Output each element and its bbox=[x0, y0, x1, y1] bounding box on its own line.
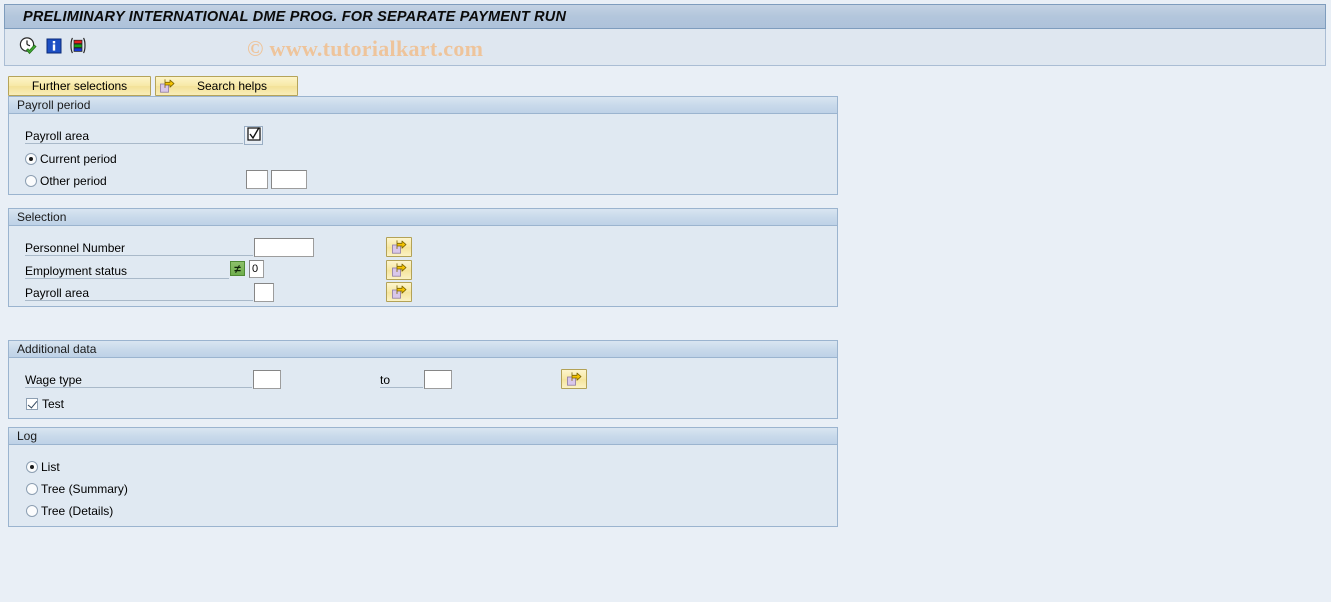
payroll-period-header: Payroll period bbox=[9, 97, 837, 114]
test-checkbox-mark bbox=[26, 398, 38, 410]
personnel-number-leader-line bbox=[25, 255, 253, 256]
employment-status-multiple-selection-button[interactable] bbox=[386, 260, 412, 280]
log-option-tree-details[interactable]: Tree (Details) bbox=[26, 504, 113, 518]
additional-data-header: Additional data bbox=[9, 341, 837, 358]
wage-type-leader-line bbox=[25, 387, 252, 388]
payroll-area-checkbox-button[interactable] bbox=[244, 126, 263, 145]
payroll-period-group: Payroll period Payroll area Current peri… bbox=[8, 96, 838, 195]
further-selections-label: Further selections bbox=[31, 79, 128, 93]
window-title-bar: PRELIMINARY INTERNATIONAL DME PROG. FOR … bbox=[4, 4, 1326, 29]
employment-status-input[interactable] bbox=[249, 260, 264, 278]
current-period-label: Current period bbox=[40, 152, 117, 166]
log-option-tree-summary[interactable]: Tree (Summary) bbox=[26, 482, 128, 496]
wage-type-label: Wage type bbox=[25, 373, 82, 387]
selection-payroll-area-multiple-selection-button[interactable] bbox=[386, 282, 412, 302]
search-helps-label: Search helps bbox=[196, 79, 268, 93]
checkbox-check-icon bbox=[246, 127, 261, 144]
log-tree-details-label: Tree (Details) bbox=[41, 504, 114, 518]
test-checkbox[interactable]: Test bbox=[26, 397, 64, 411]
execute-clock-icon[interactable] bbox=[15, 34, 41, 58]
selection-payroll-area-input[interactable] bbox=[254, 283, 274, 302]
wage-type-multiple-selection-button[interactable] bbox=[561, 369, 587, 389]
current-period-radio-mark bbox=[25, 153, 37, 165]
variants-icon[interactable] bbox=[65, 34, 91, 58]
test-checkbox-label: Test bbox=[42, 397, 65, 411]
search-helps-arrow-icon bbox=[159, 78, 175, 94]
information-icon[interactable] bbox=[41, 34, 67, 58]
multiple-selection-arrow-icon bbox=[392, 263, 407, 277]
radio-current-period[interactable]: Current period bbox=[25, 152, 117, 166]
radio-other-period[interactable]: Other period bbox=[25, 174, 107, 188]
other-period-input-2[interactable] bbox=[271, 170, 307, 189]
selection-header: Selection bbox=[9, 209, 837, 226]
log-tree-details-radio-mark bbox=[26, 505, 38, 517]
further-selections-button[interactable]: Further selections bbox=[8, 76, 151, 96]
log-list-label: List bbox=[41, 460, 60, 474]
wage-type-to-leader-line bbox=[380, 387, 423, 388]
employment-status-label: Employment status bbox=[25, 264, 128, 278]
selection-group: Selection Personnel Number Employment st… bbox=[8, 208, 838, 307]
other-period-label: Other period bbox=[40, 174, 107, 188]
multiple-selection-arrow-icon bbox=[392, 285, 407, 299]
other-period-input-1[interactable] bbox=[246, 170, 268, 189]
search-helps-button[interactable]: Search helps bbox=[155, 76, 298, 96]
log-option-list[interactable]: List bbox=[26, 460, 60, 474]
selection-payroll-area-label: Payroll area bbox=[25, 286, 90, 300]
personnel-number-input[interactable] bbox=[254, 238, 314, 257]
wage-type-to-label: to bbox=[380, 373, 391, 387]
selection-payroll-area-leader-line bbox=[25, 300, 253, 301]
employment-status-operator-button[interactable]: ≠ bbox=[230, 261, 245, 276]
multiple-selection-arrow-icon bbox=[567, 372, 582, 386]
employment-status-leader-line bbox=[25, 278, 229, 279]
other-period-radio-mark bbox=[25, 175, 37, 187]
multiple-selection-arrow-icon bbox=[392, 240, 407, 254]
log-list-radio-mark bbox=[26, 461, 38, 473]
log-group: Log List Tree (Summary) Tree (Details) bbox=[8, 427, 838, 527]
application-toolbar bbox=[4, 29, 1326, 66]
personnel-number-multiple-selection-button[interactable] bbox=[386, 237, 412, 257]
log-header: Log bbox=[9, 428, 837, 445]
wage-type-to-input[interactable] bbox=[424, 370, 452, 389]
log-tree-summary-radio-mark bbox=[26, 483, 38, 495]
log-tree-summary-label: Tree (Summary) bbox=[41, 482, 128, 496]
wage-type-from-input[interactable] bbox=[253, 370, 281, 389]
not-equal-icon: ≠ bbox=[234, 261, 241, 276]
additional-data-group: Additional data Wage type to Test bbox=[8, 340, 838, 419]
personnel-number-label: Personnel Number bbox=[25, 241, 126, 255]
payroll-area-label: Payroll area bbox=[25, 129, 90, 143]
payroll-area-leader-line bbox=[25, 143, 243, 144]
page-title: PRELIMINARY INTERNATIONAL DME PROG. FOR … bbox=[23, 8, 567, 25]
